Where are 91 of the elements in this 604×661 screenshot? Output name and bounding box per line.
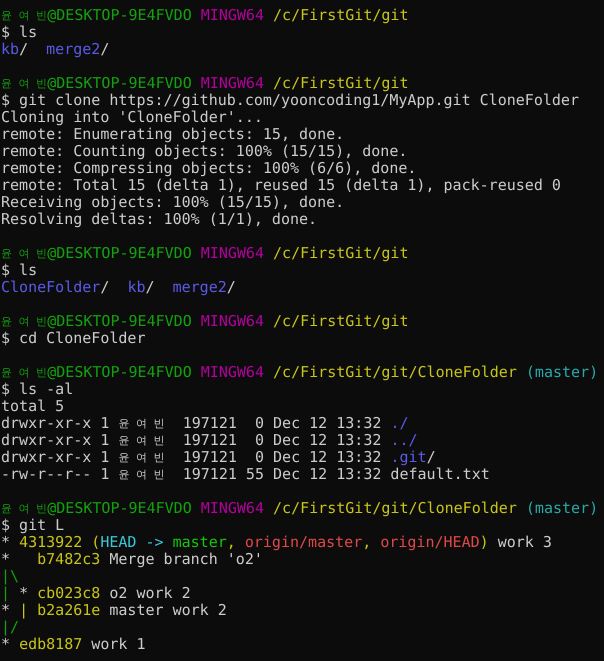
output-text: Merge branch 'o2' — [108, 551, 263, 568]
prompt-host: @DESKTOP-9E4FVDO — [47, 75, 192, 92]
commit-hash: b7482c3 — [37, 551, 100, 568]
output-text: Receiving objects: 100% (15/15), done. — [1, 194, 344, 211]
output-text: / — [226, 279, 236, 296]
output-text: drwxr-xr-x 1 — [1, 415, 110, 432]
head-ref: HEAD -> — [100, 534, 164, 551]
command-line: $ cd CloneFolder — [1, 330, 146, 347]
output-text: / — [100, 279, 110, 296]
graph-line: |\ — [1, 568, 20, 585]
output-text: / — [426, 449, 436, 466]
owner-name: 윤 여 빈 — [118, 416, 165, 432]
owner-name: 윤 여 빈 — [118, 450, 165, 466]
output-text: remote: Enumerating objects: 15, done. — [1, 126, 344, 143]
graph-marker: * — [19, 585, 30, 602]
owner-name: 윤 여 빈 — [118, 433, 165, 449]
output-text: 197121 55 Dec 12 13:32 default.txt — [182, 466, 490, 483]
directory-name: CloneFolder — [1, 279, 100, 296]
owner-name: 윤 여 빈 — [118, 467, 165, 483]
command-line: $ ls — [1, 24, 38, 41]
prompt-path: /c/FirstGit/git/CloneFolder — [273, 500, 517, 517]
directory-name: .git — [390, 449, 427, 466]
graph-marker: * — [1, 551, 12, 568]
output-text: remote: Counting objects: 100% (15/15), done. — [1, 143, 408, 160]
output-text: 197121 0 Dec 12 13:32 — [182, 415, 382, 432]
output-text: / — [19, 41, 30, 58]
directory-name: kb — [1, 41, 20, 58]
prompt-host: @DESKTOP-9E4FVDO — [47, 7, 192, 24]
branch-ref: master — [172, 534, 227, 551]
directory-name: ../ — [390, 432, 418, 449]
output-text: drwxr-xr-x 1 — [1, 449, 110, 466]
commit-hash: , — [362, 534, 372, 551]
output-text: / — [100, 41, 110, 58]
directory-name: kb — [127, 279, 146, 296]
prompt-path: /c/FirstGit/git — [273, 245, 408, 262]
directory-name: merge2 — [46, 41, 100, 58]
output-text: 197121 0 Dec 12 13:32 — [182, 449, 382, 466]
commit-hash: , — [226, 534, 237, 551]
output-text: 197121 0 Dec 12 13:32 — [182, 432, 382, 449]
prompt-shell: MINGW64 — [200, 364, 264, 381]
graph-line: | — [1, 585, 10, 602]
prompt-path: /c/FirstGit/git — [273, 313, 408, 330]
directory-name: ./ — [390, 415, 408, 432]
prompt-shell: MINGW64 — [200, 75, 264, 92]
commit-hash: edb8187 — [19, 636, 82, 653]
command-line: $ git clone https://github.com/yooncoding1/MyApp.git CloneFolder — [1, 92, 579, 109]
prompt-user: 윤 여 빈 — [1, 246, 48, 262]
remote-ref: origin/master — [244, 534, 362, 551]
graph-marker: * — [1, 602, 12, 619]
prompt-path: /c/FirstGit/git — [273, 7, 408, 24]
prompt-user: 윤 여 빈 — [1, 314, 48, 330]
output-text: remote: Total 15 (delta 1), reused 15 (delta 1), pack-reused 0 — [1, 177, 561, 194]
output-text: master work 2 — [108, 602, 227, 619]
output-text: total 5 — [1, 398, 64, 415]
command-line: $ ls -al — [1, 381, 74, 398]
commit-hash: ) — [480, 534, 489, 551]
prompt-path: /c/FirstGit/git — [273, 75, 408, 92]
prompt-branch: (master) — [526, 500, 598, 517]
commit-hash: cb023c8 — [37, 585, 100, 602]
prompt-user: 윤 여 빈 — [1, 501, 48, 517]
output-text: drwxr-xr-x 1 — [1, 432, 110, 449]
directory-name: merge2 — [172, 279, 227, 296]
prompt-shell: MINGW64 — [200, 500, 264, 517]
prompt-shell: MINGW64 — [200, 245, 264, 262]
commit-hash: | b2a261e — [19, 602, 100, 619]
graph-line: |/ — [1, 619, 20, 636]
prompt-user: 윤 여 빈 — [1, 76, 48, 92]
prompt-shell: MINGW64 — [200, 7, 264, 24]
commit-hash: 4313922 ( — [19, 534, 100, 551]
prompt-path: /c/FirstGit/git/CloneFolder — [273, 364, 517, 381]
prompt-user: 윤 여 빈 — [1, 365, 48, 381]
output-text: work 3 — [496, 534, 552, 551]
output-text: -rw-r--r-- 1 — [1, 466, 110, 483]
graph-marker: * — [1, 534, 12, 551]
prompt-host: @DESKTOP-9E4FVDO — [47, 500, 192, 517]
prompt-shell: MINGW64 — [200, 313, 264, 330]
command-line: $ git L — [1, 517, 64, 534]
prompt-host: @DESKTOP-9E4FVDO — [47, 313, 192, 330]
prompt-user: 윤 여 빈 — [1, 8, 48, 24]
prompt-host: @DESKTOP-9E4FVDO — [47, 245, 192, 262]
graph-marker: * — [1, 636, 10, 653]
output-text: remote: Compressing objects: 100% (6/6), done. — [1, 160, 416, 177]
output-text: Resolving deltas: 100% (1/1), done. — [1, 211, 318, 228]
command-line: $ ls — [1, 262, 38, 279]
prompt-branch: (master) — [526, 364, 598, 381]
output-text: Cloning into 'CloneFolder'... — [1, 109, 263, 126]
output-text: / — [146, 279, 156, 296]
remote-ref: origin/HEAD — [380, 534, 480, 551]
output-text: o2 work 2 — [108, 585, 191, 602]
output-text: work 1 — [90, 636, 146, 653]
prompt-host: @DESKTOP-9E4FVDO — [47, 364, 192, 381]
